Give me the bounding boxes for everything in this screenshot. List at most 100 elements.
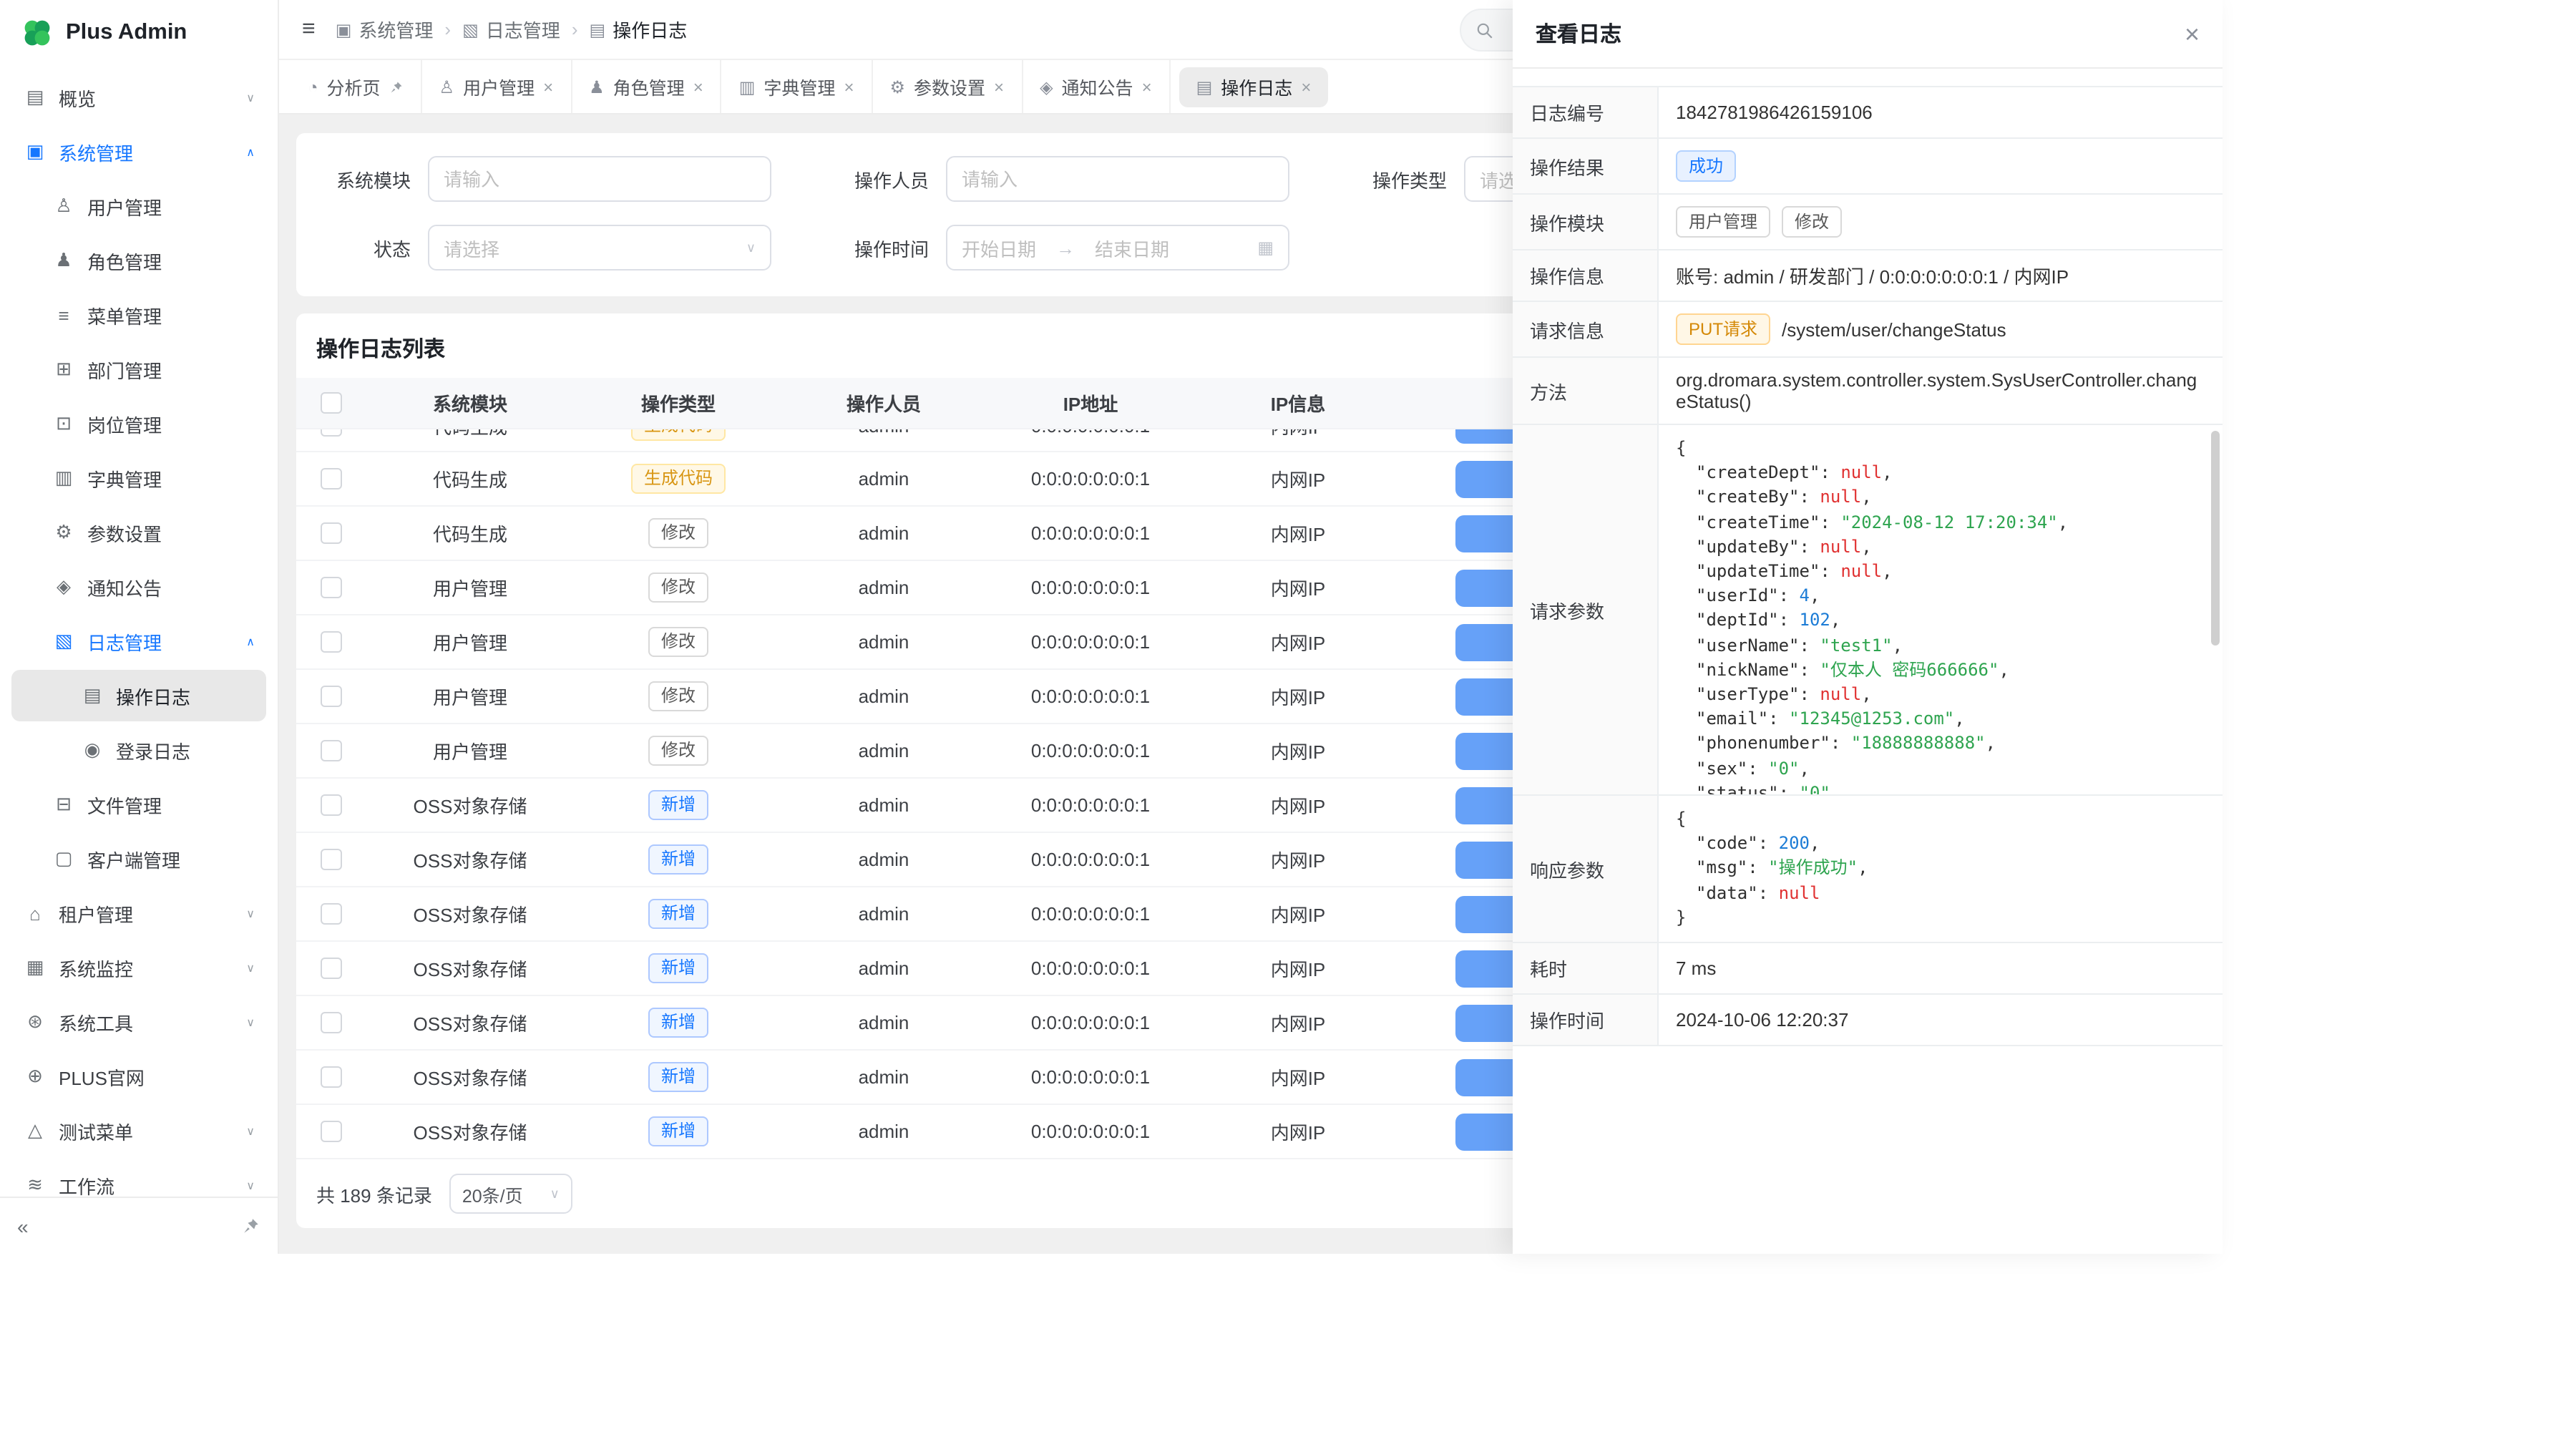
- sidebar-item-client-management[interactable]: ▢ 客户端管理: [11, 833, 266, 885]
- breadcrumb-item-operation-log[interactable]: ▤ 操作日志: [590, 16, 688, 43]
- tab-label: 角色管理: [613, 73, 685, 100]
- close-icon[interactable]: ×: [543, 77, 553, 97]
- row-checkbox[interactable]: [320, 794, 341, 816]
- sidebar-item-label: 通知公告: [87, 573, 162, 600]
- close-icon[interactable]: ×: [844, 77, 854, 97]
- sidebar-item-dept-management[interactable]: ⊞ 部门管理: [11, 344, 266, 395]
- sidebar-menu: ▤ 概览 ∨ ▣ 系统管理 ∧ ♙ 用户管理 ♟ 角色管理: [0, 66, 278, 1254]
- pin-icon[interactable]: [242, 1217, 260, 1235]
- row-checkbox[interactable]: [320, 958, 341, 979]
- detail-row-response-params: 响应参数 { "code": 200, "msg": "操作成功", "data…: [1513, 796, 2223, 943]
- sidebar-item-label: 测试菜单: [59, 1117, 133, 1144]
- sidebar-item-config[interactable]: ⚙ 参数设置: [11, 507, 266, 558]
- file-icon: ⊟: [52, 793, 76, 816]
- date-range-picker[interactable]: 开始日期 → 结束日期 ▦: [946, 225, 1289, 271]
- sidebar-item-overview[interactable]: ▤ 概览 ∨: [11, 72, 266, 123]
- sidebar-item-operation-log[interactable]: ▤ 操作日志: [11, 670, 266, 721]
- sidebar-item-label: 文件管理: [87, 791, 162, 818]
- row-checkbox[interactable]: [320, 1121, 341, 1142]
- detail-row-cost: 耗时 7 ms: [1513, 943, 2223, 995]
- tab-notice[interactable]: ◈ 通知公告 ×: [1023, 60, 1171, 113]
- view-log-drawer: 查看日志 × 日志编号 1842781986426159106 操作结果 成功 …: [1513, 0, 2223, 1254]
- type-badge: 修改: [648, 736, 708, 766]
- sidebar-item-label: 菜单管理: [87, 301, 162, 328]
- breadcrumb-label: 操作日志: [613, 16, 687, 43]
- row-checkbox[interactable]: [320, 740, 341, 761]
- sidebar-item-role-management[interactable]: ♟ 角色管理: [11, 235, 266, 286]
- screen: Plus Admin ▤ 概览 ∨ ▣ 系统管理 ∧ ♙ 用户管理: [0, 0, 2576, 1437]
- operation-info-value: 账号: admin / 研发部门 / 0:0:0:0:0:0:0:1 / 内网I…: [1659, 250, 2223, 301]
- filter-operation-time: 操作时间 开始日期 → 结束日期 ▦: [834, 225, 1289, 271]
- tab-analysis[interactable]: ◔ 分析页: [291, 60, 422, 113]
- type-badge: 新增: [648, 899, 708, 929]
- sidebar-item-system-management[interactable]: ▣ 系统管理 ∧: [11, 126, 266, 177]
- log-detail-table: 日志编号 1842781986426159106 操作结果 成功 操作模块 用户…: [1513, 86, 2223, 1046]
- sidebar-item-notice[interactable]: ◈ 通知公告: [11, 561, 266, 613]
- page-size-select[interactable]: 20条/页 ∨: [449, 1174, 572, 1214]
- operator-input[interactable]: [946, 156, 1289, 202]
- sidebar-item-system-tools[interactable]: ⊛ 系统工具 ∨: [11, 996, 266, 1048]
- operation-time-value: 2024-10-06 12:20:37: [1659, 995, 2223, 1045]
- type-badge: 修改: [648, 518, 708, 548]
- total-records: 共 189 条记录: [316, 1180, 432, 1207]
- sidebar-item-menu-management[interactable]: ≡ 菜单管理: [11, 289, 266, 341]
- sidebar-item-dict-management[interactable]: ▥ 字典管理: [11, 452, 266, 504]
- hamburger-icon[interactable]: ≡: [302, 16, 316, 42]
- breadcrumb-separator: ›: [444, 19, 451, 40]
- tab-operation-log[interactable]: ▤ 操作日志 ×: [1179, 67, 1329, 107]
- row-checkbox[interactable]: [320, 577, 341, 598]
- sidebar-item-post-management[interactable]: ⊡ 岗位管理: [11, 398, 266, 449]
- tab-dict-management[interactable]: ▥ 字典管理 ×: [722, 60, 873, 113]
- close-icon[interactable]: ×: [2185, 21, 2200, 47]
- field-label: 状态: [316, 234, 411, 261]
- sidebar-item-system-monitor[interactable]: ▦ 系统监控 ∨: [11, 942, 266, 993]
- row-checkbox[interactable]: [320, 522, 341, 544]
- status-select[interactable]: 请选择 ∨: [428, 225, 771, 271]
- row-checkbox[interactable]: [320, 429, 341, 436]
- sidebar-item-label: 客户端管理: [87, 845, 180, 872]
- system-icon: ▣: [23, 140, 47, 163]
- sidebar-item-file-management[interactable]: ⊟ 文件管理: [11, 779, 266, 830]
- breadcrumb-item-log[interactable]: ▧ 日志管理: [462, 16, 560, 43]
- close-icon[interactable]: ×: [1301, 77, 1311, 97]
- close-icon[interactable]: ×: [1142, 77, 1152, 97]
- field-label: 操作人员: [834, 165, 929, 193]
- tab-user-management[interactable]: ♙ 用户管理 ×: [422, 60, 572, 113]
- sidebar-item-label: PLUS官网: [59, 1063, 145, 1090]
- tab-role-management[interactable]: ♟ 角色管理 ×: [572, 60, 722, 113]
- column-header: 操作类型: [575, 389, 781, 417]
- sidebar-item-log-management[interactable]: ▧ 日志管理 ∧: [11, 615, 266, 667]
- sidebar-item-user-management[interactable]: ♙ 用户管理: [11, 180, 266, 232]
- tab-config[interactable]: ⚙ 参数设置 ×: [872, 60, 1023, 113]
- sidebar-item-plus-website[interactable]: ⊕ PLUS官网: [11, 1051, 266, 1102]
- system-module-input[interactable]: [428, 156, 771, 202]
- http-method-badge: PUT请求: [1676, 313, 1770, 345]
- workflow-icon: ≋: [23, 1174, 47, 1197]
- sidebar-item-tenant-management[interactable]: ⌂ 租户管理 ∨: [11, 887, 266, 939]
- breadcrumb-item-system[interactable]: ▣ 系统管理: [336, 16, 434, 43]
- close-icon[interactable]: ×: [994, 77, 1004, 97]
- sidebar-item-label: 系统监控: [59, 954, 133, 981]
- row-checkbox[interactable]: [320, 903, 341, 925]
- status-badge: 成功: [1676, 150, 1736, 182]
- user-icon: ♙: [439, 77, 455, 97]
- chevron-down-icon: ∨: [246, 91, 255, 104]
- calendar-icon: ▦: [1257, 238, 1274, 258]
- row-checkbox[interactable]: [320, 1066, 341, 1088]
- tab-label: 操作日志: [1221, 73, 1292, 100]
- scrollbar-thumb[interactable]: [2211, 431, 2220, 646]
- system-icon: ▣: [336, 19, 352, 39]
- sidebar-item-test-menu[interactable]: △ 测试菜单 ∨: [11, 1105, 266, 1156]
- sidebar-item-label: 租户管理: [59, 900, 133, 927]
- sidebar-item-login-log[interactable]: ◉ 登录日志: [11, 724, 266, 776]
- row-checkbox[interactable]: [320, 1012, 341, 1033]
- row-checkbox[interactable]: [320, 468, 341, 489]
- row-checkbox[interactable]: [320, 849, 341, 870]
- row-checkbox[interactable]: [320, 686, 341, 707]
- dict-icon: ▥: [52, 467, 76, 489]
- sidebar-collapse-button[interactable]: «: [17, 1214, 29, 1237]
- pin-icon[interactable]: [389, 79, 404, 94]
- row-checkbox[interactable]: [320, 631, 341, 653]
- select-all-checkbox[interactable]: [320, 392, 341, 414]
- close-icon[interactable]: ×: [693, 77, 703, 97]
